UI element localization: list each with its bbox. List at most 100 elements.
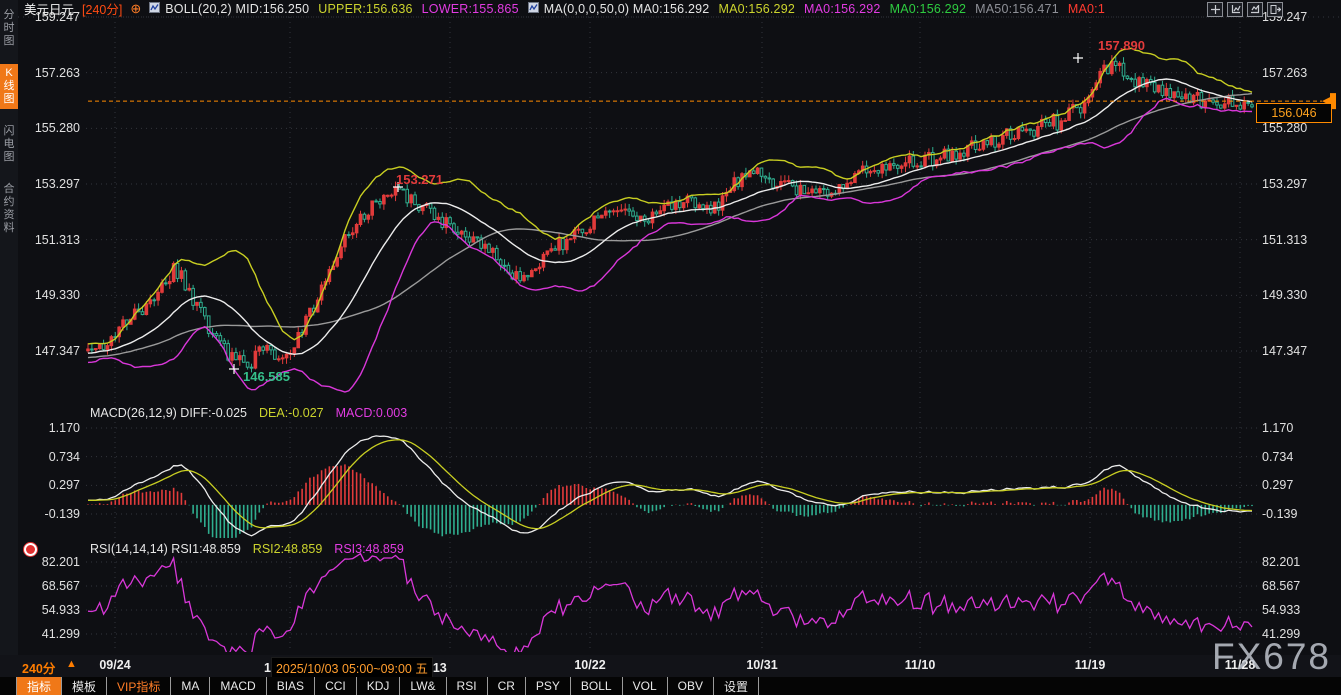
rsi-header: RSI(14,14,14) RSI1:48.859 RSI2:48.859 RSI3…	[90, 542, 404, 556]
header-indicator-value: MA0:1	[1068, 2, 1105, 16]
left-sidebar: 分时图K线图闪电图合约资料	[0, 0, 18, 655]
covered-date-left: 1	[264, 661, 271, 675]
header-indicator-value: BOLL(20,2) MID:156.250	[165, 2, 309, 16]
axis-tick-r: 82.201	[1262, 555, 1300, 569]
rsi-indicator-value: RSI2:48.859	[253, 542, 323, 556]
price-annotation: 157.890	[1098, 38, 1145, 53]
tab-MA[interactable]: MA	[171, 677, 210, 695]
tab-VIP指标[interactable]: VIP指标	[107, 677, 171, 695]
sidebar-char: 合	[4, 183, 15, 196]
tab-MACD[interactable]: MACD	[210, 677, 266, 695]
tab-指标[interactable]: 指标	[16, 677, 62, 695]
tab-OBV[interactable]: OBV	[668, 677, 714, 695]
sidebar-char: 线	[4, 80, 15, 93]
axis-tick-r: 41.299	[1262, 627, 1300, 641]
tab-CCI[interactable]: CCI	[315, 677, 357, 695]
sidebar-char: 资	[4, 209, 15, 222]
sidebar-char: 电	[4, 138, 15, 151]
symbol-title: 美元日元	[24, 0, 74, 18]
sidebar-item-kline-chart[interactable]: K线图	[0, 64, 18, 109]
axis-tick-l: 41.299	[18, 627, 80, 641]
axis-tick-r: 0.734	[1262, 450, 1293, 464]
axis-tick-r: 0.297	[1262, 478, 1293, 492]
chart-canvas[interactable]	[0, 0, 1341, 695]
header-indicator-value: MA50:156.471	[975, 2, 1059, 16]
marker-icon	[24, 543, 37, 556]
price-annotation: 153.271	[396, 172, 443, 187]
date-label: 10/22	[574, 658, 605, 672]
axis-right-icon[interactable]	[1247, 2, 1263, 17]
header-indicator-value: MA(0,0,0,50,0) MA0:156.292	[544, 2, 710, 16]
sidebar-char: 图	[4, 93, 15, 106]
date-label: 09/24	[99, 658, 130, 672]
sidebar-char: 时	[4, 22, 15, 35]
axis-tick-r: 151.313	[1262, 233, 1307, 247]
tab-VOL[interactable]: VOL	[623, 677, 668, 695]
header-indicator-value: MA0:156.292	[804, 2, 881, 16]
header-indicator-value: MA0:156.292	[718, 2, 795, 16]
macd-indicator-value: MACD:0.003	[336, 406, 408, 420]
indicator-values: BOLL(20,2) MID:156.250UPPER:156.636LOWER…	[149, 2, 1105, 16]
covered-date-right: 13	[433, 661, 447, 675]
axis-tick-r: 157.263	[1262, 66, 1307, 80]
date-label: 11/19	[1075, 658, 1106, 672]
axis-tick-l: 82.201	[18, 555, 80, 569]
axis-left-icon[interactable]	[1227, 2, 1243, 17]
axis-tick-r: 1.170	[1262, 421, 1293, 435]
sidebar-item-contract-info[interactable]: 合约资料	[0, 180, 18, 238]
pane-expand-icon[interactable]	[1267, 2, 1283, 17]
tab-BOLL[interactable]: BOLL	[571, 677, 623, 695]
axis-tick-l: 54.933	[18, 603, 80, 617]
sidebar-char: 分	[4, 9, 15, 22]
sidebar-char: 图	[4, 35, 15, 48]
axis-tick-l: 1.170	[18, 421, 80, 435]
axis-tick-r: 149.330	[1262, 288, 1307, 302]
macd-indicator-value: DEA:-0.027	[259, 406, 324, 420]
axis-tick-l: 68.567	[18, 579, 80, 593]
sidebar-char: 约	[4, 196, 15, 209]
axis-tick-l: 157.263	[18, 66, 80, 80]
tab-KDJ[interactable]: KDJ	[357, 677, 401, 695]
rsi-indicator-value: RSI(14,14,14) RSI1:48.859	[90, 542, 241, 556]
time-axis: 240分 ▲ 09/24 10/22 10/31 11/10 11/19 11/28 1 …	[0, 655, 1341, 677]
window-controls	[1207, 2, 1283, 17]
axis-tick-r: 68.567	[1262, 579, 1300, 593]
price-annotation: 146.585	[243, 369, 290, 384]
indicator-tabbar: 指标模板VIP指标MAMACDBIASCCIKDJLW&RSICRPSYBOLL…	[0, 677, 1341, 695]
mini-chart-icon	[149, 2, 160, 16]
pan-icon[interactable]	[1207, 2, 1223, 17]
last-price-tag: 156.046	[1256, 103, 1332, 123]
axis-tick-r: -0.139	[1262, 507, 1297, 521]
tab-LW&[interactable]: LW&	[400, 677, 446, 695]
footer-period-label[interactable]: 240分	[22, 658, 55, 677]
tab-模板[interactable]: 模板	[62, 677, 107, 695]
sidebar-item-time-chart[interactable]: 分时图	[0, 6, 18, 51]
axis-tick-l: -0.139	[18, 507, 80, 521]
period-label: [240分]	[82, 0, 122, 18]
tab-BIAS[interactable]: BIAS	[267, 677, 315, 695]
tab-PSY[interactable]: PSY	[526, 677, 571, 695]
tab-CR[interactable]: CR	[488, 677, 526, 695]
chart-header: 美元日元 [240分] ⊕ BOLL(20,2) MID:156.250 UPPE…	[24, 0, 1105, 17]
sidebar-char: 图	[4, 151, 15, 164]
axis-tick-l: 0.297	[18, 478, 80, 492]
axis-tick-r: 155.280	[1262, 121, 1307, 135]
tab-设置[interactable]: 设置	[714, 677, 759, 695]
add-indicator-icon[interactable]: ⊕	[130, 1, 141, 17]
period-up-icon[interactable]: ▲	[66, 658, 77, 670]
sidebar-char: 闪	[4, 125, 15, 138]
axis-tick-l: 149.330	[18, 288, 80, 302]
sidebar-char: 料	[4, 222, 15, 235]
macd-header: MACD(26,12,9) DIFF:-0.025DEA:-0.027MACD:…	[90, 406, 407, 420]
date-label: 10/31	[746, 658, 777, 672]
date-label: 11/10	[905, 658, 936, 672]
tab-RSI[interactable]: RSI	[447, 677, 488, 695]
header-indicator-value: UPPER:156.636	[318, 2, 412, 16]
bar-tooltip: 1 2025/10/03 05:00~09:00 五 13	[264, 657, 447, 678]
sidebar-item-lightning-chart[interactable]: 闪电图	[0, 122, 18, 167]
axis-tick-l: 151.313	[18, 233, 80, 247]
chart-app: 分时图K线图闪电图合约资料 美元日元 [240分] ⊕ BOLL(20,2) M…	[0, 0, 1341, 695]
axis-tick-l: 147.347	[18, 344, 80, 358]
date-label: 11/28	[1225, 658, 1256, 672]
rsi-indicator-value: RSI3:48.859	[334, 542, 404, 556]
